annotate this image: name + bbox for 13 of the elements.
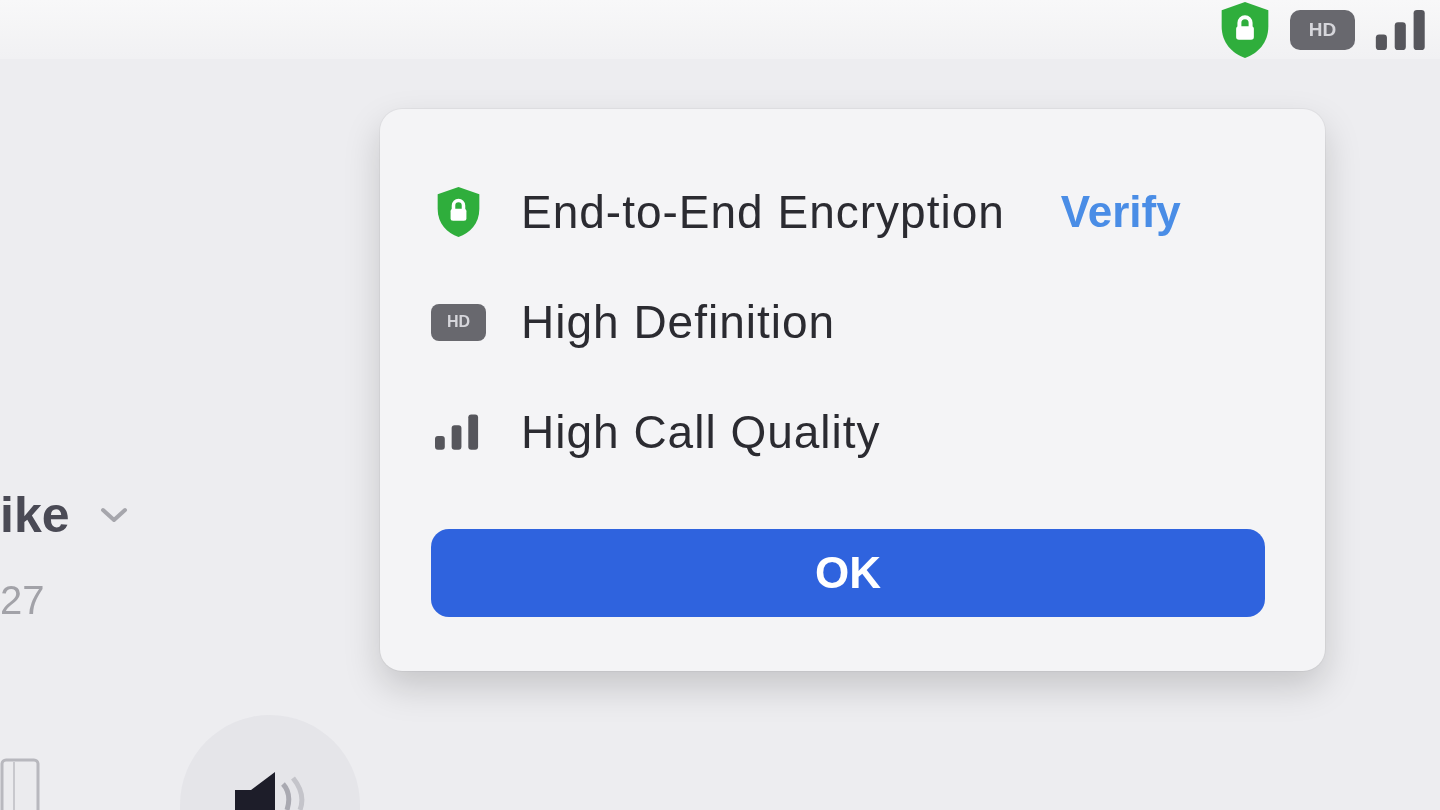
shield-lock-icon	[435, 187, 482, 238]
shield-lock-icon[interactable]	[1220, 1, 1270, 58]
caret-icon[interactable]	[99, 507, 128, 524]
frame-icon[interactable]	[0, 758, 40, 810]
hd-badge[interactable]: HD	[1290, 9, 1355, 50]
feature-label: High Call Quality	[521, 405, 881, 460]
verify-link[interactable]: Verify	[1060, 187, 1181, 238]
ok-button[interactable]: OK	[431, 529, 1265, 618]
feature-label: End-to-End Encryption	[521, 185, 1005, 240]
participant-name: ike	[0, 486, 70, 546]
feature-label: High Definition	[521, 295, 836, 350]
hd-badge: HD	[431, 303, 486, 341]
participant-subtitle: 27	[0, 577, 46, 624]
